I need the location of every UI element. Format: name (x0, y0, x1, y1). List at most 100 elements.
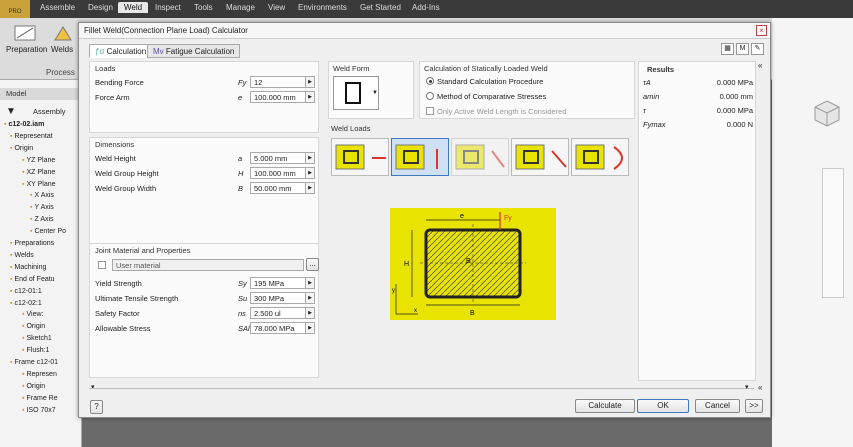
weld-load-button[interactable] (391, 138, 449, 176)
tab-get-started[interactable]: Get Started (360, 3, 401, 12)
symbol: Sy (238, 279, 247, 288)
chevron-right-icon[interactable]: ▶ (306, 152, 315, 164)
weld-form-dropdown[interactable]: ▼ (333, 76, 379, 110)
tree-item[interactable]: ▪ c12-01:1 (10, 288, 42, 295)
tree-item[interactable]: ▪ Frame c12-01 (10, 359, 58, 366)
app-logo[interactable]: PRO (0, 0, 30, 18)
label-fy: Fy (504, 215, 512, 222)
preparation-button[interactable]: Preparation (6, 45, 47, 54)
tree-item[interactable]: ▪ YZ Plane (22, 157, 55, 164)
chevron-right-icon[interactable]: ▶ (306, 167, 315, 179)
value-field[interactable]: 195 MPa (250, 277, 306, 289)
bending-force-label: Bending Force (95, 78, 144, 87)
collapse-results-icon[interactable]: « (758, 61, 762, 70)
close-button[interactable]: × (756, 25, 767, 36)
tab-environments[interactable]: Environments (298, 3, 347, 12)
tree-item[interactable]: ▪ Machining (10, 264, 46, 271)
weld-load-button[interactable] (511, 138, 569, 176)
tree-item[interactable]: ▪ End of Featu (10, 276, 55, 283)
help-button[interactable]: ? (90, 400, 103, 414)
tab-inspect[interactable]: Inspect (155, 3, 181, 12)
folder-icon: ▪ (22, 394, 25, 402)
tree-item[interactable]: ▪ Sketch1 (22, 335, 52, 342)
ok-button[interactable]: OK (637, 399, 689, 413)
tree-item[interactable]: ▪ ISO 70x7 (22, 407, 56, 414)
value-field[interactable]: 78.000 MPa (250, 322, 306, 334)
browser-title[interactable]: Model (6, 89, 26, 98)
chevron-down-icon[interactable]: ▾ (745, 383, 749, 391)
tree-item[interactable]: ▪ Y Axis (30, 204, 54, 211)
tab-view[interactable]: View (268, 3, 285, 12)
weld-load-button[interactable] (451, 138, 509, 176)
tab-design[interactable]: Design (88, 3, 113, 12)
edit-icon[interactable]: ✎ (751, 43, 764, 55)
tree-item-label: Origin (14, 144, 34, 152)
tree-item[interactable]: ▪ Center Po (30, 228, 66, 235)
more-button[interactable]: >> (745, 399, 763, 413)
weld-form-group: Weld Form ▼ (328, 61, 414, 119)
tab-calculation[interactable]: ƒσ Calculation (89, 44, 153, 58)
tree-item[interactable]: ▪ Preparations (10, 240, 54, 247)
tree-item[interactable]: ▪ Origin (22, 383, 45, 390)
assembly-dropdown[interactable]: Assembly (33, 107, 66, 116)
active-weld-length-checkbox[interactable] (426, 107, 434, 115)
tree-item[interactable]: ▪ XZ Plane (22, 169, 55, 176)
tree-item[interactable]: ▪ X Axis (30, 192, 54, 199)
tree-item[interactable]: ▪ Represen (22, 371, 57, 378)
chevron-right-icon[interactable]: ▶ (306, 292, 315, 304)
user-material-field[interactable]: User material (112, 259, 304, 271)
tree-item[interactable]: ▪ Origin (22, 323, 45, 330)
tree-item[interactable]: ▪ c12-02:1 (10, 300, 42, 307)
folder-icon: ▪ (22, 335, 25, 343)
tree-item-label: Frame c12-01 (14, 359, 59, 366)
chevron-right-icon[interactable]: ▶ (306, 307, 315, 319)
welds-button[interactable]: Welds (51, 45, 73, 54)
value-field[interactable]: 50.000 mm (250, 182, 306, 194)
tree-item[interactable]: ▪ Welds (10, 252, 34, 259)
tree-item[interactable]: ▪ Frame Re (22, 395, 58, 402)
weld-load-button[interactable] (331, 138, 389, 176)
expand-icon[interactable]: « (758, 383, 762, 392)
value-field[interactable]: 100.000 mm (250, 167, 306, 179)
calc-tab-icon: ƒσ (95, 47, 107, 56)
user-material-checkbox[interactable] (98, 261, 106, 269)
standard-procedure-radio[interactable] (426, 77, 434, 85)
cancel-button[interactable]: Cancel (695, 399, 740, 413)
chevron-down-icon[interactable]: ▾ (91, 383, 95, 391)
weld-load-button[interactable] (571, 138, 629, 176)
filter-icon[interactable]: ▼ (6, 106, 16, 117)
tab-tools[interactable]: Tools (194, 3, 213, 12)
tree-item[interactable]: ▪ c12-02.iam (4, 121, 44, 128)
value-field[interactable]: 2.500 ul (250, 307, 306, 319)
chevron-right-icon[interactable]: ▶ (306, 91, 315, 103)
calculate-button[interactable]: Calculate (575, 399, 635, 413)
chart-icon[interactable]: M (736, 43, 749, 55)
folder-icon: ▪ (22, 168, 25, 176)
tree-item[interactable]: ▪ View: (22, 311, 43, 318)
value-field[interactable]: 5.000 mm (250, 152, 306, 164)
tab-weld[interactable]: Weld (118, 2, 149, 13)
tree-item[interactable]: ▪ Origin (10, 145, 33, 152)
tab-manage[interactable]: Manage (226, 3, 255, 12)
value-field[interactable]: 100.000 mm (250, 91, 306, 103)
tab-fatigue-calculation[interactable]: Mv Fatigue Calculation (147, 44, 241, 58)
chevron-right-icon[interactable]: ▶ (306, 182, 315, 194)
tree-item[interactable]: ▪ Representat (10, 133, 53, 140)
design-icon[interactable]: ▦ (721, 43, 734, 55)
tab-add-ins[interactable]: Add-Ins (412, 3, 440, 12)
weld-form-title: Weld Form (333, 64, 370, 73)
browse-material-button[interactable]: ... (306, 258, 319, 271)
comparative-stresses-radio[interactable] (426, 92, 434, 100)
tab-assemble[interactable]: Assemble (40, 3, 75, 12)
value-field[interactable]: 12 (250, 76, 306, 88)
viewcube-icon[interactable] (812, 98, 842, 128)
navigation-bar[interactable] (822, 168, 844, 298)
tree-item[interactable]: ▪ XY Plane (22, 181, 56, 188)
chevron-right-icon[interactable]: ▶ (306, 277, 315, 289)
chevron-right-icon[interactable]: ▶ (306, 76, 315, 88)
value-field[interactable]: 300 MPa (250, 292, 306, 304)
chevron-right-icon[interactable]: ▶ (306, 322, 315, 334)
tree-item[interactable]: ▪ Flush:1 (22, 347, 49, 354)
tree-item[interactable]: ▪ Z Axis (30, 216, 54, 223)
result-value: 0.000 N (726, 120, 753, 129)
